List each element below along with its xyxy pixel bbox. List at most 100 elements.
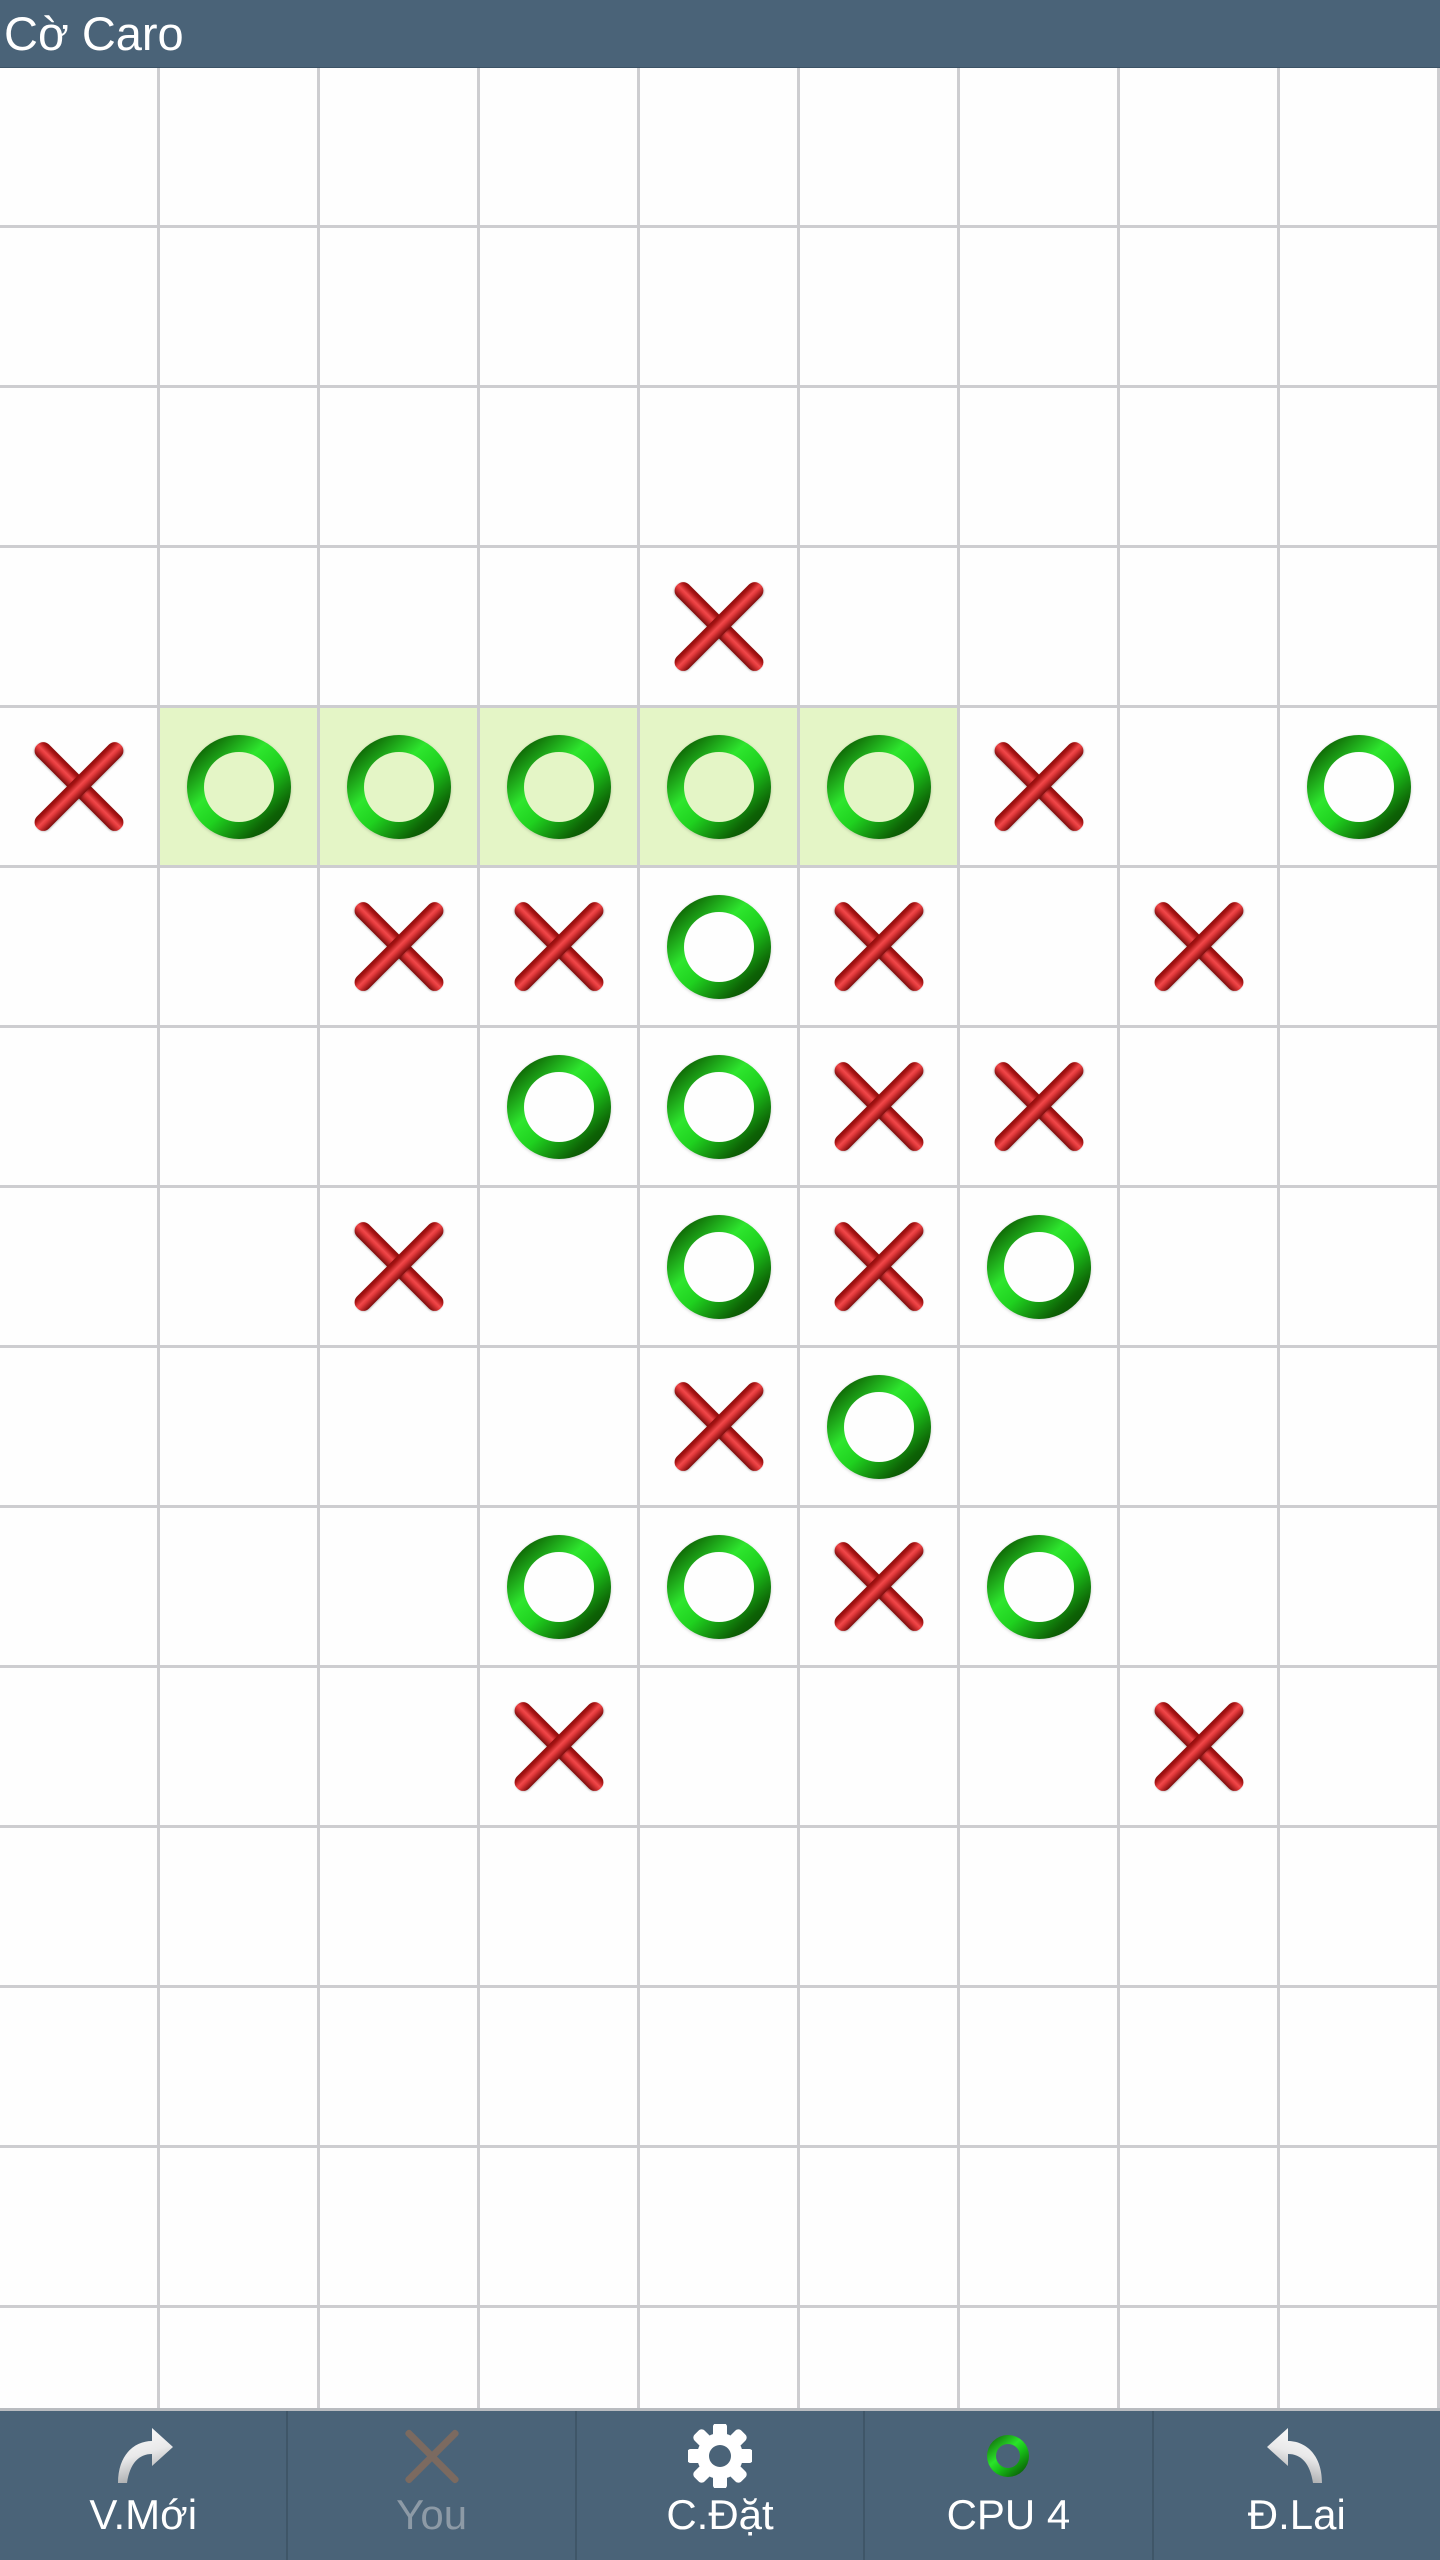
board-cell[interactable] bbox=[640, 708, 800, 868]
board-cell[interactable] bbox=[480, 1028, 640, 1188]
board-cell[interactable] bbox=[480, 228, 640, 388]
board-cell[interactable] bbox=[160, 1988, 320, 2148]
board-cell[interactable] bbox=[640, 228, 800, 388]
board-cell[interactable] bbox=[0, 1508, 160, 1668]
board-cell[interactable] bbox=[160, 1188, 320, 1348]
board-cell[interactable] bbox=[160, 1028, 320, 1188]
board-cell[interactable] bbox=[800, 1188, 960, 1348]
board-cell[interactable] bbox=[0, 1988, 160, 2148]
board-cell[interactable] bbox=[1120, 68, 1280, 228]
board-cell[interactable] bbox=[640, 1028, 800, 1188]
board-cell[interactable] bbox=[1280, 708, 1440, 868]
board-cell[interactable] bbox=[960, 1348, 1120, 1508]
board-cell[interactable] bbox=[160, 388, 320, 548]
board-cell[interactable] bbox=[320, 1988, 480, 2148]
board-cell[interactable] bbox=[1120, 2308, 1280, 2408]
board-cell[interactable] bbox=[1120, 228, 1280, 388]
board-cell[interactable] bbox=[1280, 2148, 1440, 2308]
cpu-level-button[interactable]: CPU 4 bbox=[865, 2411, 1154, 2560]
board-cell[interactable] bbox=[160, 868, 320, 1028]
board-cell[interactable] bbox=[0, 1348, 160, 1508]
board-cell[interactable] bbox=[320, 1508, 480, 1668]
board-cell[interactable] bbox=[320, 388, 480, 548]
board-cell[interactable] bbox=[0, 708, 160, 868]
game-board[interactable] bbox=[0, 68, 1440, 2408]
board-cell[interactable] bbox=[1280, 1188, 1440, 1348]
board-cell[interactable] bbox=[960, 2148, 1120, 2308]
board-cell[interactable] bbox=[0, 868, 160, 1028]
board-cell[interactable] bbox=[320, 2148, 480, 2308]
board-cell[interactable] bbox=[480, 868, 640, 1028]
board-cell[interactable] bbox=[0, 1188, 160, 1348]
board-cell[interactable] bbox=[640, 1188, 800, 1348]
board-cell[interactable] bbox=[320, 2308, 480, 2408]
board-cell[interactable] bbox=[320, 1188, 480, 1348]
undo-button[interactable]: Đ.Lai bbox=[1154, 2411, 1440, 2560]
board-cell[interactable] bbox=[960, 1828, 1120, 1988]
board-cell[interactable] bbox=[1280, 1508, 1440, 1668]
board-cell[interactable] bbox=[320, 1028, 480, 1188]
board-cell[interactable] bbox=[480, 2148, 640, 2308]
board-cell[interactable] bbox=[1120, 1508, 1280, 1668]
board-cell[interactable] bbox=[960, 1668, 1120, 1828]
board-cell[interactable] bbox=[1120, 708, 1280, 868]
board-cell[interactable] bbox=[1120, 868, 1280, 1028]
board-cell[interactable] bbox=[160, 1508, 320, 1668]
board-cell[interactable] bbox=[320, 228, 480, 388]
board-cell[interactable] bbox=[320, 1668, 480, 1828]
board-cell[interactable] bbox=[1120, 388, 1280, 548]
board-cell[interactable] bbox=[800, 1988, 960, 2148]
board-cell[interactable] bbox=[640, 1668, 800, 1828]
board-cell[interactable] bbox=[960, 868, 1120, 1028]
board-cell[interactable] bbox=[800, 708, 960, 868]
board-cell[interactable] bbox=[1280, 68, 1440, 228]
board-cell[interactable] bbox=[800, 1828, 960, 1988]
board-cell[interactable] bbox=[1280, 1668, 1440, 1828]
board-cell[interactable] bbox=[480, 1188, 640, 1348]
board-cell[interactable] bbox=[960, 388, 1120, 548]
board-cell[interactable] bbox=[320, 548, 480, 708]
board-cell[interactable] bbox=[1120, 1348, 1280, 1508]
board-cell[interactable] bbox=[480, 68, 640, 228]
board-cell[interactable] bbox=[1120, 1988, 1280, 2148]
board-cell[interactable] bbox=[640, 1348, 800, 1508]
board-cell[interactable] bbox=[960, 1028, 1120, 1188]
board-cell[interactable] bbox=[1280, 548, 1440, 708]
board-cell[interactable] bbox=[320, 68, 480, 228]
board-cell[interactable] bbox=[640, 1508, 800, 1668]
board-cell[interactable] bbox=[480, 388, 640, 548]
board-cell[interactable] bbox=[1120, 2148, 1280, 2308]
board-cell[interactable] bbox=[160, 708, 320, 868]
board-cell[interactable] bbox=[800, 228, 960, 388]
board-cell[interactable] bbox=[160, 1348, 320, 1508]
board-cell[interactable] bbox=[320, 708, 480, 868]
board-cell[interactable] bbox=[480, 1348, 640, 1508]
board-cell[interactable] bbox=[800, 1668, 960, 1828]
board-cell[interactable] bbox=[960, 1188, 1120, 1348]
board-cell[interactable] bbox=[320, 1348, 480, 1508]
board-cell[interactable] bbox=[1280, 228, 1440, 388]
board-cell[interactable] bbox=[1120, 548, 1280, 708]
board-cell[interactable] bbox=[960, 2308, 1120, 2408]
board-cell[interactable] bbox=[480, 1668, 640, 1828]
board-cell[interactable] bbox=[1280, 1988, 1440, 2148]
board-cell[interactable] bbox=[0, 1828, 160, 1988]
board-cell[interactable] bbox=[800, 1348, 960, 1508]
board-cell[interactable] bbox=[0, 548, 160, 708]
board-cell[interactable] bbox=[160, 68, 320, 228]
board-cell[interactable] bbox=[800, 2308, 960, 2408]
board-cell[interactable] bbox=[160, 1828, 320, 1988]
board-cell[interactable] bbox=[960, 1988, 1120, 2148]
board-cell[interactable] bbox=[480, 1508, 640, 1668]
board-cell[interactable] bbox=[640, 1828, 800, 1988]
board-cell[interactable] bbox=[1280, 868, 1440, 1028]
board-cell[interactable] bbox=[800, 68, 960, 228]
board-cell[interactable] bbox=[160, 548, 320, 708]
board-cell[interactable] bbox=[480, 1828, 640, 1988]
board-cell[interactable] bbox=[800, 1028, 960, 1188]
board-cell[interactable] bbox=[960, 68, 1120, 228]
board-cell[interactable] bbox=[640, 548, 800, 708]
board-cell[interactable] bbox=[1120, 1668, 1280, 1828]
board-cell[interactable] bbox=[960, 228, 1120, 388]
board-cell[interactable] bbox=[320, 1828, 480, 1988]
